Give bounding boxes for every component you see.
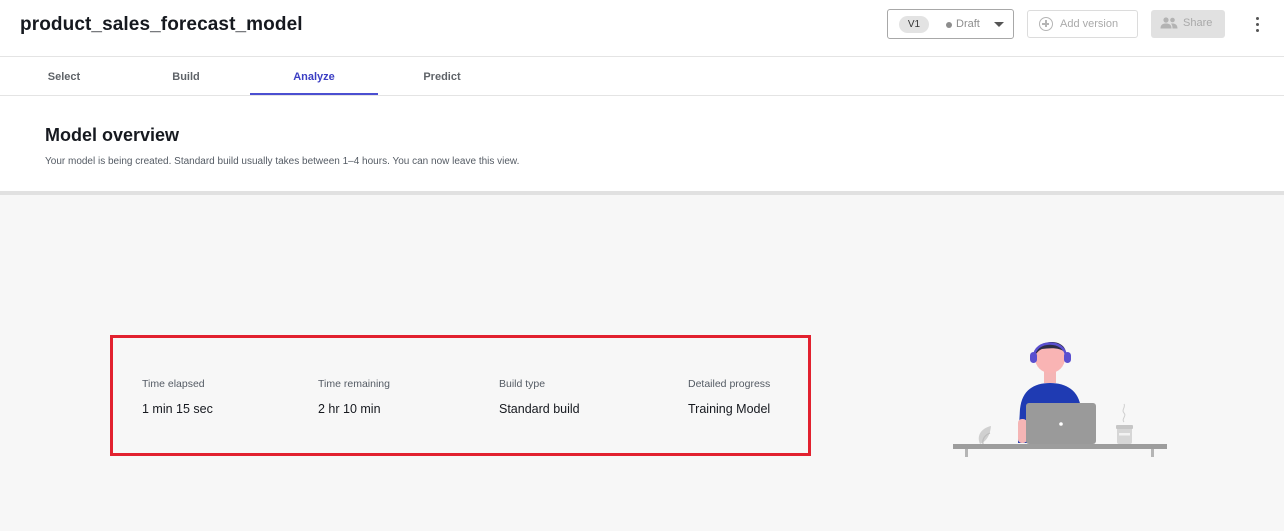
person-at-laptop-illustration [953,341,1167,457]
tab-predict[interactable]: Predict [378,57,506,95]
stat-label: Time remaining [318,378,390,390]
people-icon [1160,17,1178,29]
stat-time-elapsed: Time elapsed 1 min 15 sec [142,378,213,416]
stat-label: Detailed progress [688,378,771,390]
overview-description: Your model is being created. Standard bu… [45,156,520,167]
overview-section: Model overview Your model is being creat… [0,96,1284,191]
plus-circle-icon [1039,17,1053,31]
kebab-icon[interactable] [1250,14,1264,34]
add-version-label: Add version [1060,18,1119,30]
stat-label: Time elapsed [142,378,205,390]
build-status-area: Time elapsed 1 min 15 sec Time remaining… [0,195,1284,531]
caret-down-icon [994,22,1004,27]
top-header: product_sales_forecast_model V1 Draft Ad… [0,0,1284,57]
tab-build[interactable]: Build [122,57,250,95]
stat-value: 2 hr 10 min [318,402,381,416]
stat-value: Standard build [499,402,580,416]
stat-label: Build type [499,378,546,390]
stat-detailed-progress: Detailed progress Training Model [688,378,770,416]
share-button[interactable]: Share [1151,10,1225,38]
stat-time-remaining: Time remaining 2 hr 10 min [318,378,390,416]
status-dot-icon [946,22,952,28]
share-label: Share [1183,17,1213,29]
stat-build-type: Build type Standard build [499,378,580,416]
page-title: Model overview [45,125,180,145]
tab-analyze[interactable]: Analyze [250,57,378,95]
add-version-button[interactable]: Add version [1027,10,1138,38]
tab-bar: Select Build Analyze Predict [0,57,1284,96]
build-stats-panel: Time elapsed 1 min 15 sec Time remaining… [110,335,811,456]
tab-select[interactable]: Select [0,57,128,95]
version-status: Draft [956,18,980,30]
stat-value: Training Model [688,402,771,416]
model-title: product_sales_forecast_model [20,14,303,35]
version-chip: V1 [899,16,929,33]
version-dropdown[interactable]: V1 Draft [887,9,1014,39]
stat-value: 1 min 15 sec [142,402,213,416]
